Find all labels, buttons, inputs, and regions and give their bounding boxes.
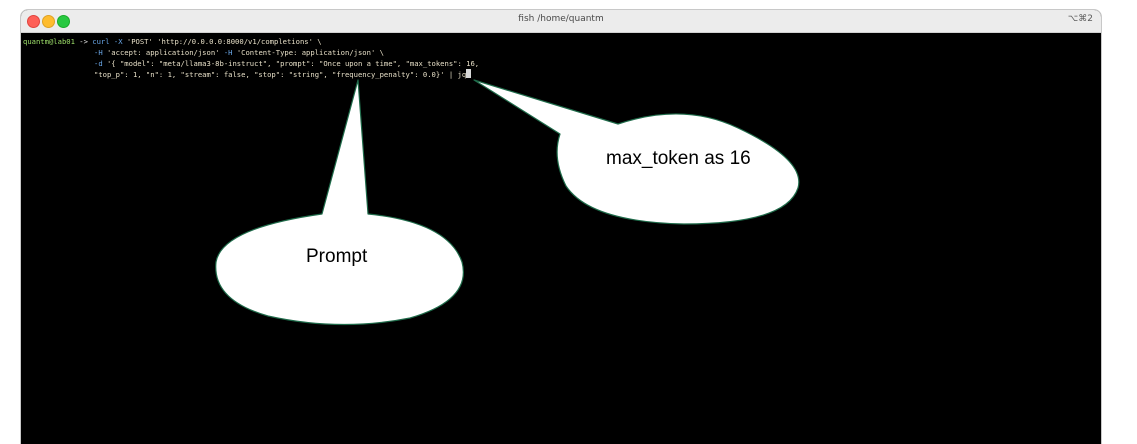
max-token-callout-label: max_token as 16 — [606, 148, 751, 169]
command-url: 'POST' 'http://0.0.0.0:8000/v1/completio… — [126, 37, 322, 46]
terminal-output[interactable]: quantm@lab01 -> curl -X 'POST' 'http://0… — [21, 33, 479, 132]
terminal-line-1: quantm@lab01 -> curl -X 'POST' 'http://0… — [23, 36, 322, 47]
title-bar: fish /home/quantm ⌥⌘2 — [21, 10, 1101, 33]
shell-prompt-user: quantm@lab01 — [23, 37, 75, 46]
terminal-window: fish /home/quantm ⌥⌘2 quantm@lab01 -> cu… — [20, 9, 1102, 444]
terminal-line-4: "top_p": 1, "n": 1, "stream": false, "st… — [94, 69, 472, 80]
shell-prompt-arrow: -> — [79, 37, 88, 46]
page: fish /home/quantm ⌥⌘2 quantm@lab01 -> cu… — [0, 0, 1137, 444]
terminal-cursor — [466, 69, 472, 78]
request-body-part1: '{ "model": "meta/llama3-8b-instruct", "… — [106, 59, 480, 68]
command-name: curl — [92, 37, 110, 46]
header-accept: 'accept: application/json' — [106, 48, 220, 57]
window-title: fish /home/quantm — [518, 14, 604, 24]
data-flag: -d — [94, 59, 103, 68]
prompt-callout-label: Prompt — [306, 246, 368, 267]
window-shortcut: ⌥⌘2 — [1067, 14, 1093, 24]
command-flag-x: -X — [113, 37, 123, 46]
header-flag-1: -H — [94, 48, 103, 57]
terminal-line-3: -d '{ "model": "meta/llama3-8b-instruct"… — [94, 58, 479, 69]
request-body-part2: "top_p": 1, "n": 1, "stream": false, "st… — [94, 70, 467, 79]
header-flag-2: -H — [223, 48, 233, 57]
header-content-type: 'Content-Type: application/json' \ — [236, 48, 384, 57]
terminal-line-2: -H 'accept: application/json' -H 'Conten… — [94, 47, 384, 58]
